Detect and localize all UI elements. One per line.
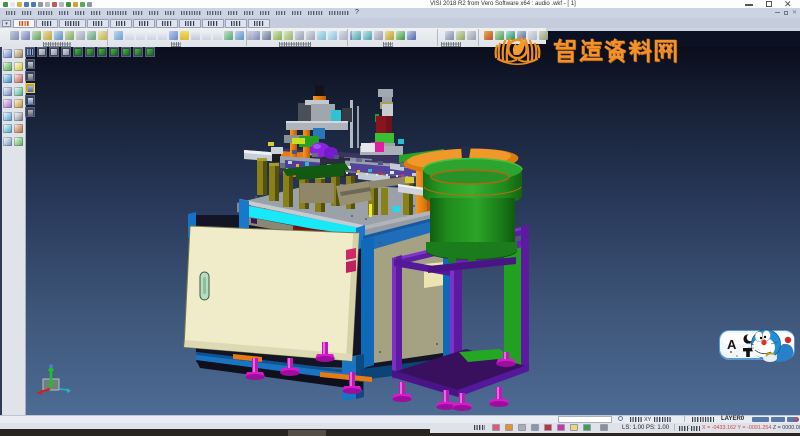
svg-text:A: A [727,337,737,352]
